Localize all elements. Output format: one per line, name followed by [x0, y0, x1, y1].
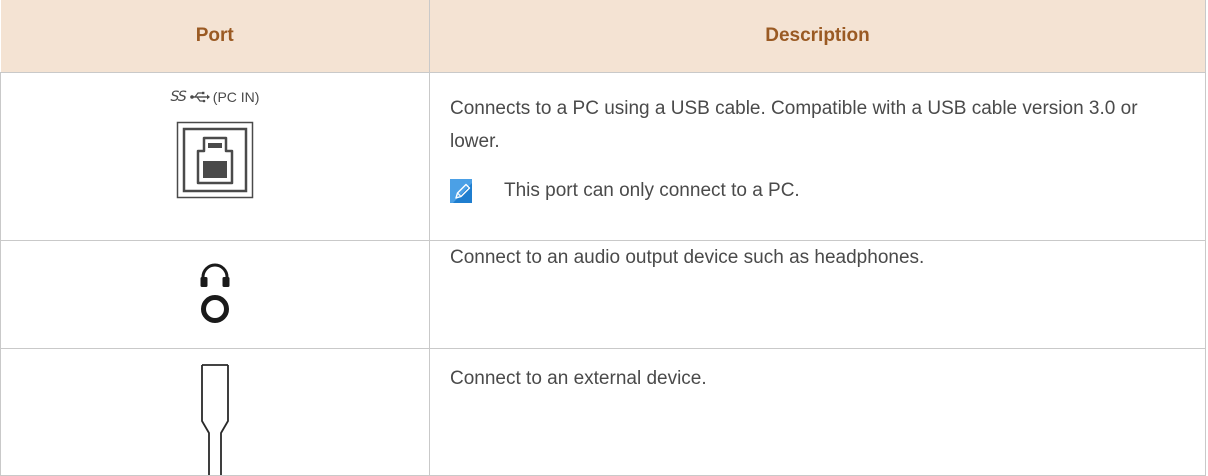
port-cell-usb: SS (PC IN): [0, 72, 430, 241]
description-cell-headphone: Connect to an audio output device such a…: [429, 240, 1206, 349]
table-row: Connect to an audio output device such a…: [0, 240, 1206, 349]
table-row: SS (PC IN) Connects to a PC using a USB …: [0, 72, 1206, 241]
table-row: Connect to an external device.: [0, 348, 1206, 476]
ports-table: Port Description SS (PC IN) Connects to …: [0, 0, 1206, 476]
table-header-row: Port Description: [0, 0, 1206, 73]
description-usb: Connects to a PC using a USB cable. Comp…: [450, 98, 1138, 152]
headphone-jack-icon: [200, 263, 230, 323]
header-port: Port: [0, 0, 430, 73]
description-external: Connect to an external device.: [450, 367, 707, 389]
note: This port can only connect to a PC.: [450, 174, 1205, 207]
usb-port-label: SS (PC IN): [1, 85, 429, 109]
note-pencil-icon: [450, 178, 472, 203]
description-cell-usb: Connects to a PC using a USB cable. Comp…: [429, 72, 1206, 241]
description-cell-external: Connect to an external device.: [429, 348, 1206, 476]
usb-trident-icon: [189, 91, 210, 103]
note-text: This port can only connect to a PC.: [504, 180, 800, 201]
external-connector-icon: [201, 364, 229, 475]
port-cell-headphone: [0, 240, 430, 349]
description-headphone: Connect to an audio output device such a…: [450, 247, 925, 268]
usb-ss-label: SS: [170, 89, 187, 105]
header-description: Description: [429, 0, 1206, 73]
usb-port-text: (PC IN): [212, 89, 260, 105]
port-cell-external: [0, 348, 430, 476]
usb-3-b-port-icon: [176, 121, 254, 199]
